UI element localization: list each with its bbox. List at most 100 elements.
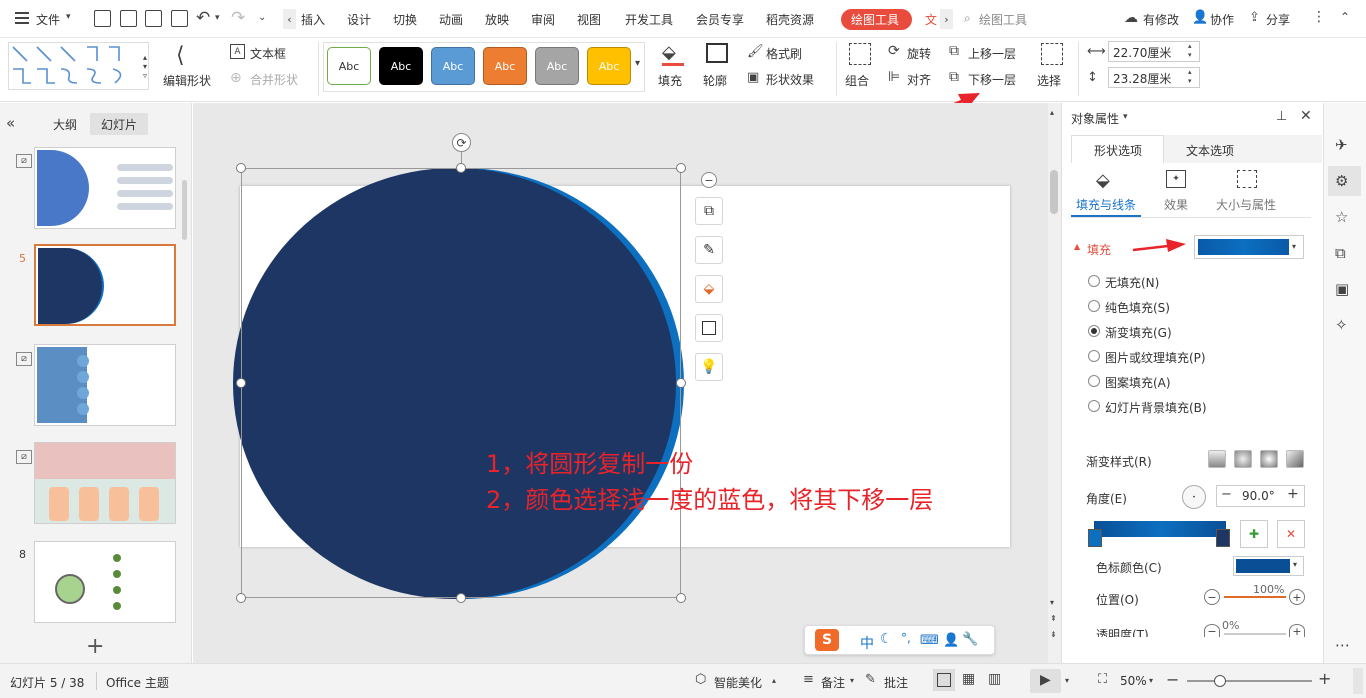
chevron-down-icon[interactable]: ▾ — [66, 12, 71, 22]
zoom-dropdown-icon[interactable]: ▾ — [1149, 676, 1153, 685]
edit-shape-icon[interactable]: ⟨ — [176, 43, 185, 68]
tab-transition[interactable]: 切换 — [393, 11, 417, 28]
style-gallery-more-icon[interactable]: ▾ — [635, 58, 640, 69]
ime-lang[interactable]: 中 — [860, 633, 874, 653]
share-button[interactable]: 分享 — [1266, 11, 1290, 28]
resize-handle[interactable] — [456, 163, 466, 173]
select-icon[interactable] — [1041, 43, 1063, 65]
tab-design[interactable]: 设计 — [347, 11, 371, 28]
rotate-icon[interactable]: ⟳ — [888, 43, 900, 59]
collapse-ribbon-icon[interactable]: ⌃ — [1340, 10, 1350, 24]
fill-icon[interactable]: ⬙ — [662, 42, 676, 63]
tab-text-options[interactable]: 文本选项 — [1186, 142, 1234, 159]
transparency-decrease-icon[interactable]: − — [1204, 624, 1220, 637]
scroll-left-icon[interactable]: ‹ — [283, 9, 296, 29]
zoom-slider-track[interactable] — [1187, 680, 1312, 682]
cloud-icon[interactable]: ☁ — [1124, 10, 1138, 26]
print-preview-icon[interactable] — [171, 10, 188, 27]
align-button[interactable]: 对齐 — [907, 71, 931, 88]
slide-thumbnail[interactable] — [34, 442, 176, 524]
pin-icon[interactable]: ⊥ — [1276, 109, 1287, 124]
fill-line-icon[interactable]: ⬙ — [1096, 170, 1110, 191]
beautify-dropdown-icon[interactable]: ▴ — [772, 676, 776, 685]
ime-moon[interactable]: ☾ — [880, 631, 893, 647]
ime-punct[interactable]: °, — [901, 631, 911, 645]
search-icon[interactable]: ⌕ — [964, 11, 971, 26]
gradient-rect-button[interactable] — [1260, 450, 1278, 468]
notes-icon[interactable]: ≡ — [803, 672, 814, 687]
style-swatch-6[interactable]: Abc — [587, 47, 631, 85]
remove-stop-icon[interactable]: ✕ — [1277, 520, 1305, 548]
send-icon[interactable]: ✈ — [1335, 136, 1348, 154]
fill-option-radio-selected[interactable] — [1088, 325, 1100, 337]
edit-shape-button[interactable]: 编辑形状 — [163, 72, 211, 89]
add-stop-icon[interactable]: ✚ — [1240, 520, 1268, 548]
shape-outline-float-button[interactable] — [695, 314, 723, 342]
gradient-stop-right-icon[interactable] — [1216, 529, 1230, 547]
stop-color-dropdown-icon[interactable]: ▾ — [1293, 560, 1297, 569]
fill-option-radio[interactable] — [1088, 275, 1100, 287]
scroll-right-icon[interactable]: › — [940, 9, 953, 29]
prev-slide-icon[interactable]: ⇞ — [1050, 614, 1057, 623]
outline-float-button[interactable]: ✎ — [695, 236, 723, 264]
shape-gallery[interactable] — [8, 42, 149, 90]
shape-effect-button[interactable]: 形状效果 — [766, 71, 814, 88]
merge-shape-icon[interactable]: ⊕ — [230, 70, 242, 86]
scroll-down-icon[interactable]: ▾ — [1050, 598, 1054, 607]
reading-view-icon[interactable]: ▥ — [988, 671, 1001, 687]
collaborate-button[interactable]: 协作 — [1210, 11, 1234, 28]
normal-view-icon[interactable] — [937, 673, 951, 687]
merge-shape-button[interactable]: 合并形状 — [250, 71, 298, 88]
tab-text-tools[interactable]: 文 — [925, 11, 937, 28]
tab-outline[interactable]: 大纲 — [53, 116, 77, 133]
fill-option-radio[interactable] — [1088, 400, 1100, 412]
fill-section-expand-icon[interactable]: ▲ — [1074, 242, 1080, 251]
keyboard-icon[interactable]: ⌨ — [920, 633, 939, 648]
thumbnail-scrollbar[interactable] — [182, 180, 187, 240]
style-swatch-3[interactable]: Abc — [431, 47, 475, 85]
comments-button[interactable]: 批注 — [884, 674, 908, 691]
image-tool-icon[interactable]: ▣ — [1335, 280, 1349, 298]
fill-option-picture[interactable]: 图片或纹理填充(P) — [1105, 349, 1206, 366]
send-backward-icon[interactable]: ⧉ — [949, 69, 959, 85]
resize-handle[interactable] — [456, 593, 466, 603]
notes-dropdown-icon[interactable]: ▾ — [850, 676, 854, 685]
fill-section-header[interactable]: 填充 — [1087, 241, 1111, 258]
rotate-button[interactable]: 旋转 — [907, 45, 931, 62]
status-bar-scroll[interactable] — [1353, 668, 1363, 694]
slide-thumbnail[interactable] — [34, 541, 176, 623]
slide-thumbnail[interactable] — [34, 147, 176, 229]
add-slide-icon[interactable]: + — [86, 634, 104, 659]
collapse-float-toolbar-icon[interactable]: − — [701, 172, 717, 188]
angle-dial-icon[interactable]: • — [1182, 485, 1206, 509]
comment-icon[interactable]: ✎ — [865, 672, 876, 687]
send-backward-button[interactable]: 下移一层 — [968, 71, 1016, 88]
file-menu[interactable]: 文件 — [36, 11, 60, 28]
slide-sorter-icon[interactable]: ▦ — [962, 671, 975, 687]
animation-icon[interactable]: ☆ — [1335, 208, 1348, 226]
scroll-up-icon[interactable]: ▴ — [1050, 108, 1054, 117]
close-icon[interactable]: ✕ — [1300, 108, 1312, 124]
resize-handle[interactable] — [676, 378, 686, 388]
fill-option-pattern[interactable]: 图案填充(A) — [1105, 374, 1171, 391]
transparency-slider[interactable] — [1224, 633, 1286, 635]
fill-option-gradient[interactable]: 渐变填充(G) — [1105, 324, 1172, 341]
fill-option-radio[interactable] — [1088, 350, 1100, 362]
resize-handle[interactable] — [236, 593, 246, 603]
outline-button[interactable]: 轮廓 — [703, 72, 727, 89]
tab-member[interactable]: 会员专享 — [696, 11, 744, 28]
fill-float-button[interactable]: ⬙ — [695, 275, 723, 303]
angle-decrease-icon[interactable]: − — [1221, 487, 1232, 502]
undo-icon[interactable]: ↶ — [196, 8, 210, 28]
save-icon[interactable] — [94, 10, 111, 27]
zoom-slider-thumb[interactable] — [1214, 675, 1226, 687]
tab-insert[interactable]: 插入 — [301, 11, 325, 28]
subtab-effect[interactable]: 效果 — [1164, 196, 1188, 213]
print-icon[interactable] — [145, 10, 162, 27]
theme-name[interactable]: Office 主题 — [106, 674, 169, 691]
position-decrease-icon[interactable]: − — [1204, 589, 1220, 605]
height-stepper-icon[interactable]: ▴ ▾ — [1188, 68, 1192, 86]
next-slide-icon[interactable]: ⇟ — [1050, 630, 1057, 639]
beautify-button[interactable]: 智能美化 — [714, 674, 762, 691]
fill-option-none[interactable]: 无填充(N) — [1105, 274, 1159, 291]
